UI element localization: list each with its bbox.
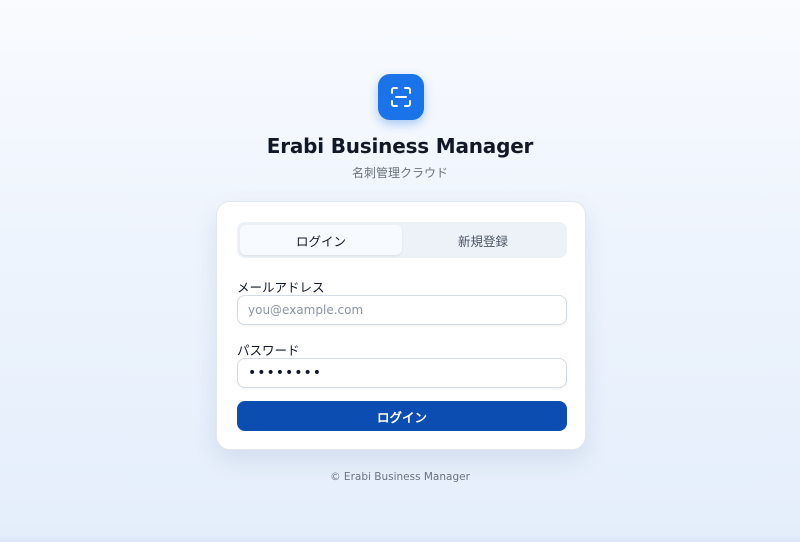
tab-login[interactable]: ログイン [240, 225, 402, 255]
email-label: メールアドレス [237, 280, 325, 295]
auth-tabs: ログイン 新規登録 [237, 222, 567, 258]
bottom-band [0, 534, 800, 542]
login-button[interactable]: ログイン [237, 401, 567, 431]
footer-copyright: © Erabi Business Manager [330, 471, 470, 483]
app-subtitle: 名刺管理クラウド [351, 166, 448, 180]
app-title: Erabi Business Manager [266, 134, 534, 158]
password-field[interactable] [237, 358, 567, 388]
tab-signup[interactable]: 新規登録 [402, 225, 564, 255]
password-label: パスワード [237, 343, 300, 358]
app-logo [378, 74, 424, 120]
scan-icon [391, 87, 411, 107]
auth-card: ログイン 新規登録 メールアドレス パスワード ログイン [216, 201, 586, 450]
email-field[interactable] [237, 295, 567, 325]
